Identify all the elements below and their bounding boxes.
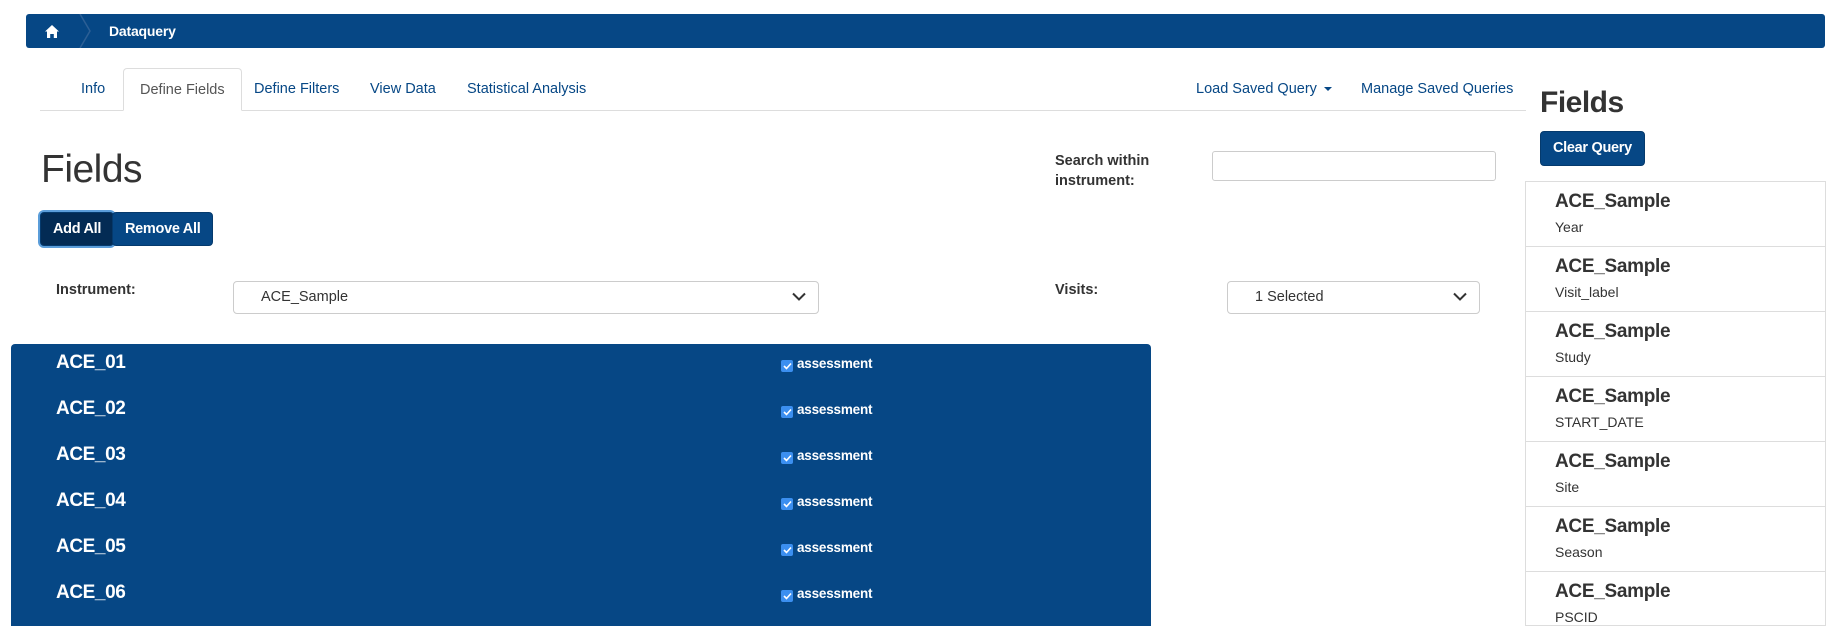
field-list: ACE_01 assessment ACE_02 assessment ACE_… bbox=[11, 344, 1151, 626]
checkbox[interactable] bbox=[781, 544, 793, 556]
selected-field-instrument: ACE_Sample bbox=[1555, 256, 1671, 277]
field-tag: assessment bbox=[797, 540, 873, 555]
add-all-button[interactable]: Add All bbox=[40, 212, 115, 246]
list-item[interactable]: ACE_01 assessment bbox=[11, 344, 1151, 390]
selected-field-item[interactable]: ACE_Sample Study bbox=[1526, 312, 1825, 377]
field-name: ACE_02 bbox=[56, 398, 126, 419]
chevron-down-icon bbox=[792, 292, 806, 301]
list-item[interactable]: ACE_04 assessment bbox=[11, 482, 1151, 528]
sidebar-title: Fields bbox=[1540, 86, 1624, 119]
selected-field-item[interactable]: ACE_Sample PSCID bbox=[1526, 572, 1825, 625]
selected-field-name: START_DATE bbox=[1555, 414, 1644, 430]
list-item[interactable]: ACE_03 assessment bbox=[11, 436, 1151, 482]
selected-field-name: Year bbox=[1555, 219, 1584, 235]
list-item[interactable]: ACE_02 assessment bbox=[11, 390, 1151, 436]
search-input[interactable] bbox=[1212, 151, 1496, 181]
visits-select-value: 1 Selected bbox=[1255, 289, 1324, 305]
home-icon[interactable] bbox=[34, 14, 70, 48]
list-item[interactable]: ACE_05 assessment bbox=[11, 528, 1151, 574]
checkbox[interactable] bbox=[781, 360, 793, 372]
field-tag: assessment bbox=[797, 356, 873, 371]
selected-field-instrument: ACE_Sample bbox=[1555, 516, 1671, 537]
breadcrumb: Dataquery bbox=[26, 14, 1825, 48]
selected-field-item[interactable]: ACE_Sample Visit_label bbox=[1526, 247, 1825, 312]
load-saved-query-dropdown[interactable]: Load Saved Query bbox=[1180, 68, 1348, 111]
instrument-select[interactable]: ACE_Sample bbox=[233, 281, 819, 314]
selected-field-name: Site bbox=[1555, 479, 1580, 495]
selected-field-name: PSCID bbox=[1555, 609, 1598, 625]
breadcrumb-separator bbox=[79, 14, 91, 48]
chevron-down-icon bbox=[1453, 292, 1467, 301]
remove-all-button[interactable]: Remove All bbox=[112, 212, 214, 246]
field-tag: assessment bbox=[797, 402, 873, 417]
clear-query-button[interactable]: Clear Query bbox=[1540, 131, 1645, 166]
field-tag: assessment bbox=[797, 494, 873, 509]
selected-field-instrument: ACE_Sample bbox=[1555, 321, 1671, 342]
instrument-select-value: ACE_Sample bbox=[261, 289, 349, 305]
selected-field-instrument: ACE_Sample bbox=[1555, 386, 1671, 407]
checkbox[interactable] bbox=[781, 590, 793, 602]
tab-view-data[interactable]: View Data bbox=[354, 68, 452, 111]
field-name: ACE_04 bbox=[56, 490, 126, 511]
tab-statistical-analysis[interactable]: Statistical Analysis bbox=[451, 68, 602, 111]
selected-field-name: Season bbox=[1555, 544, 1603, 560]
selected-field-name: Visit_label bbox=[1555, 284, 1619, 300]
selected-field-item[interactable]: ACE_Sample Year bbox=[1526, 182, 1825, 247]
manage-saved-queries-tab[interactable]: Manage Saved Queries bbox=[1345, 68, 1529, 111]
field-tag: assessment bbox=[797, 586, 873, 601]
field-name: ACE_03 bbox=[56, 444, 126, 465]
field-name: ACE_05 bbox=[56, 536, 126, 557]
selected-field-instrument: ACE_Sample bbox=[1555, 191, 1671, 212]
checkbox[interactable] bbox=[781, 498, 793, 510]
field-name: ACE_01 bbox=[56, 352, 126, 373]
search-label: Search within instrument: bbox=[1055, 153, 1150, 189]
instrument-label: Instrument: bbox=[56, 282, 136, 298]
selected-field-name: Study bbox=[1555, 349, 1591, 365]
tab-define-filters[interactable]: Define Filters bbox=[238, 68, 355, 111]
breadcrumb-current[interactable]: Dataquery bbox=[109, 14, 176, 48]
caret-down-icon bbox=[1323, 87, 1332, 92]
tab-info[interactable]: Info bbox=[65, 68, 121, 111]
field-name: ACE_06 bbox=[56, 582, 126, 603]
load-saved-query-label: Load Saved Query bbox=[1196, 81, 1317, 97]
list-item[interactable]: ACE_06 assessment bbox=[11, 574, 1151, 620]
selected-fields-list: ACE_Sample Year ACE_Sample Visit_label A… bbox=[1525, 181, 1826, 626]
selected-field-instrument: ACE_Sample bbox=[1555, 581, 1671, 602]
visits-select[interactable]: 1 Selected bbox=[1227, 281, 1480, 314]
checkbox[interactable] bbox=[781, 452, 793, 464]
selected-field-item[interactable]: ACE_Sample Site bbox=[1526, 442, 1825, 507]
page-title: Fields bbox=[41, 148, 143, 191]
selected-field-item[interactable]: ACE_Sample Season bbox=[1526, 507, 1825, 572]
visits-label: Visits: bbox=[1055, 282, 1099, 298]
checkbox[interactable] bbox=[781, 406, 793, 418]
field-tag: assessment bbox=[797, 448, 873, 463]
selected-field-item[interactable]: ACE_Sample START_DATE bbox=[1526, 377, 1825, 442]
selected-field-instrument: ACE_Sample bbox=[1555, 451, 1671, 472]
tab-define-fields[interactable]: Define Fields bbox=[123, 68, 242, 111]
